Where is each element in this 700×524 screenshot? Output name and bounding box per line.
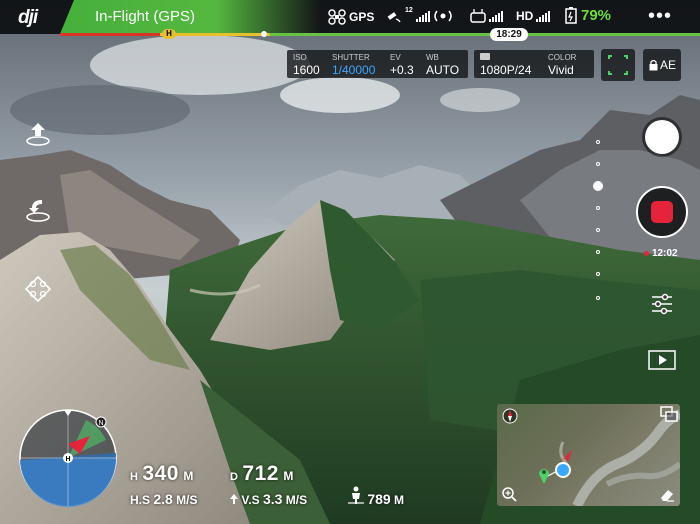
mini-map[interactable] (497, 404, 680, 506)
gps-label: GPS (349, 10, 375, 24)
swap-view-icon[interactable] (660, 406, 678, 422)
eraser-icon[interactable] (659, 488, 675, 502)
aircraft-location-icon (560, 450, 572, 462)
color-param[interactable]: COLOR Vivid (548, 53, 576, 78)
return-home-battery-marker: H (162, 29, 176, 39)
gimbal-zoom-slider[interactable] (593, 140, 603, 302)
satellite-icon (387, 12, 401, 23)
ae-label: AE (660, 58, 677, 72)
iso-param[interactable]: ISO 1600 (293, 53, 320, 78)
ev-param[interactable]: EV +0.3 (390, 53, 414, 78)
resolution-param[interactable]: 1080P/24 (480, 53, 531, 78)
aircraft-icon (328, 9, 346, 25)
battery-icon (565, 7, 577, 24)
focus-frame-button[interactable] (601, 49, 635, 81)
pilot-distance-readout: 789 M (348, 486, 404, 507)
return-to-home-icon (26, 200, 50, 222)
takeoff-button[interactable] (24, 120, 52, 153)
battery-current-marker (261, 31, 267, 37)
photo-mode-button[interactable] (645, 120, 679, 154)
battery-level-bar (60, 33, 700, 36)
recording-time: 12:02 (644, 248, 678, 259)
playback-button[interactable] (648, 350, 676, 375)
playback-icon (648, 350, 676, 370)
camera-exposure-panel[interactable]: ISO 1600 SHUTTER 1/40000 EV +0.3 WB AUTO (287, 50, 468, 78)
satellite-count: 12 (405, 6, 413, 14)
gps-status[interactable]: GPS (328, 9, 374, 25)
vertical-speed-readout: V.S 3.3 M/S (230, 491, 307, 507)
focus-frame-icon (608, 55, 628, 75)
controller-signal-bars (489, 10, 503, 22)
camera-settings-button[interactable] (650, 292, 674, 321)
shutter-param[interactable]: SHUTTER 1/40000 (332, 53, 375, 78)
top-status-bar: dji In-Flight (GPS) GPS 12 HD 79% ••• (0, 0, 700, 34)
video-signal-status[interactable]: HD (516, 9, 551, 23)
vertical-arrow-icon (230, 494, 238, 504)
remote-signal-icon (434, 10, 452, 22)
record-stop-icon (651, 201, 673, 223)
dji-logo: dji (18, 7, 38, 28)
height-readout: H 340 M (130, 462, 194, 485)
remote-signal-status[interactable] (433, 9, 453, 23)
video-signal-bars (536, 10, 551, 22)
radar-north-label: N (98, 420, 103, 427)
takeoff-icon (26, 123, 50, 146)
gimbal-slider-knob[interactable] (593, 181, 603, 191)
record-video-button[interactable] (636, 186, 688, 238)
intelligent-flight-mode-icon (24, 275, 52, 303)
remaining-flight-time: 18:29 (490, 28, 528, 41)
horizontal-speed-readout: H.S 2.8 M/S (130, 491, 198, 507)
compass-icon[interactable] (502, 408, 518, 424)
camera-format-panel[interactable]: 1080P/24 COLOR Vivid (474, 50, 594, 78)
more-menu-button[interactable]: ••• (648, 5, 672, 28)
home-point-icon (539, 469, 549, 484)
ae-lock-button[interactable]: AE (643, 49, 681, 81)
camera-settings-sliders-icon (652, 293, 672, 315)
satellite-signal-bars (415, 10, 430, 22)
pilot-icon (348, 486, 364, 504)
recording-indicator (644, 251, 649, 256)
lock-icon (649, 59, 658, 71)
battery-percentage: 79% (581, 6, 612, 24)
distance-readout: D 712 M (230, 462, 294, 485)
hd-label: HD (516, 9, 534, 23)
zoom-map-icon[interactable] (501, 486, 517, 502)
radar-home-label: H (65, 456, 70, 463)
aircraft-status[interactable]: In-Flight (GPS) (95, 8, 195, 25)
return-to-home-button[interactable] (24, 196, 52, 229)
wb-param[interactable]: WB AUTO (426, 53, 459, 78)
battery-status[interactable]: 79% (564, 6, 611, 24)
remote-controller-icon (470, 9, 486, 23)
attitude-radar: H N (19, 409, 117, 508)
video-format-icon (480, 53, 490, 60)
map-terrain (543, 409, 680, 506)
controller-signal-status[interactable] (470, 9, 503, 23)
intelligent-flight-mode-button[interactable] (24, 275, 52, 308)
satellite-status[interactable]: 12 (386, 6, 430, 23)
